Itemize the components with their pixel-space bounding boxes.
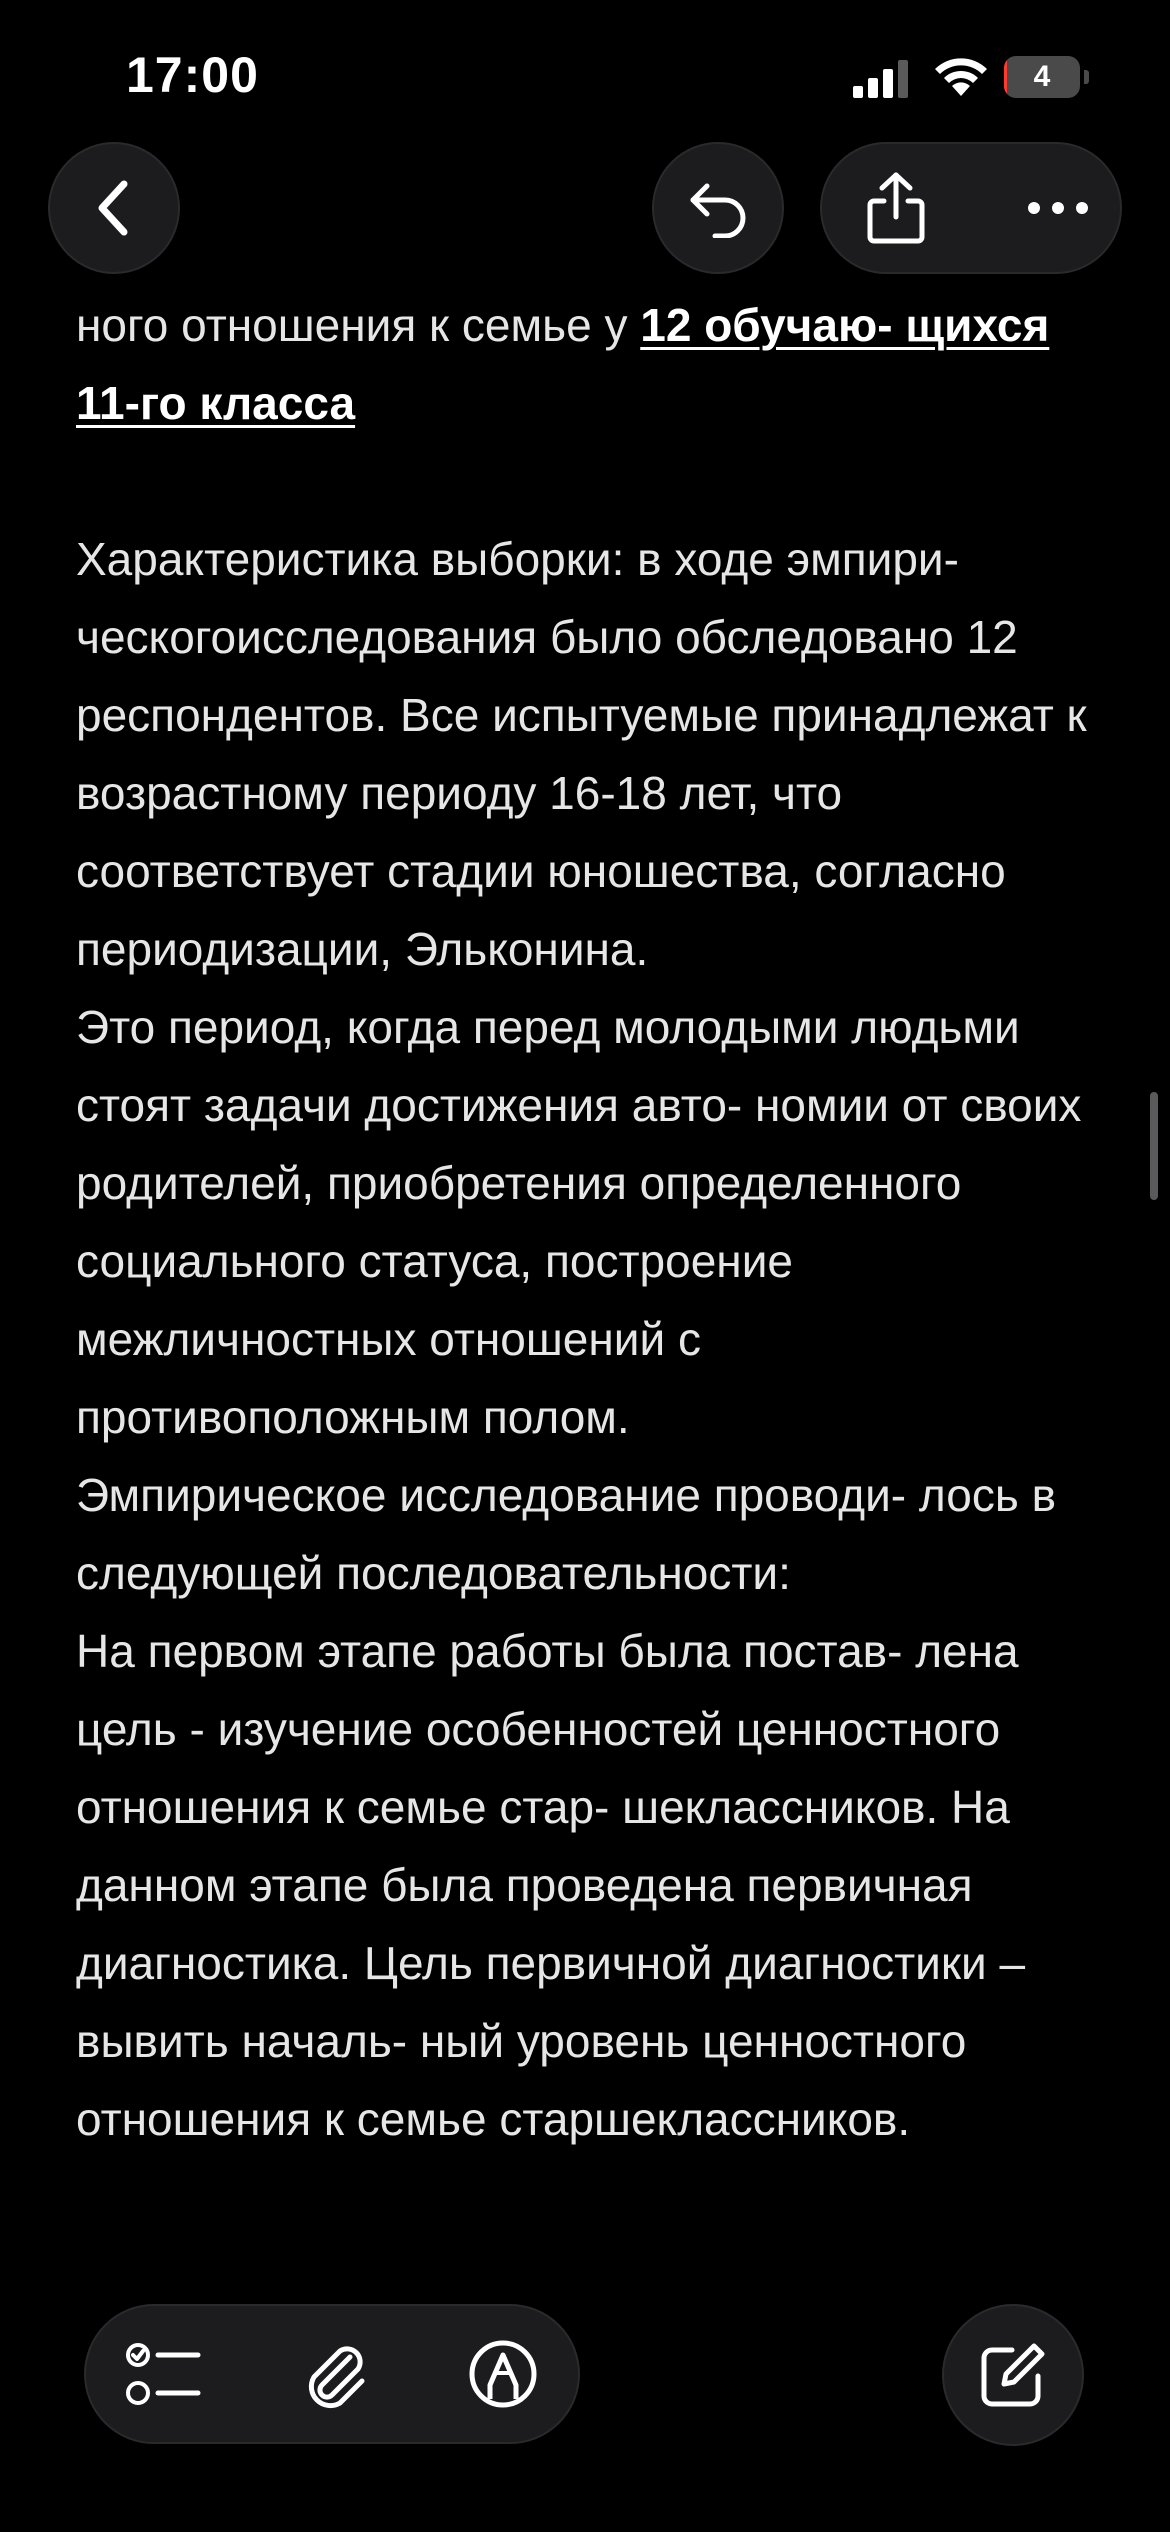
note-paragraph: На первом этапе работы была постав- лена… [76,1625,1026,2145]
markup-pen-icon [468,2339,538,2409]
intro-text: ного отношения к семье у [76,299,641,351]
note-body[interactable]: ного отношения к семье у 12 обучаю- щихс… [76,286,1096,2286]
undo-button[interactable] [652,142,784,274]
share-icon [864,171,928,245]
chevron-left-icon [92,178,136,238]
compose-button[interactable] [942,2304,1084,2446]
note-intro-line: ного отношения к семье у 12 обучаю- щихс… [76,286,1096,442]
note-paragraph: Характеристика выборки: в ходе эмпири- ч… [76,533,1087,975]
battery-icon: 4 [1004,56,1090,98]
battery-level: 4 [1033,60,1051,93]
undo-icon [685,178,751,238]
note-paragraph: Это период, когда перед молодыми людьми … [76,1001,1082,1443]
markup-button[interactable] [468,2339,538,2409]
checklist-icon [126,2341,202,2407]
attachment-button[interactable] [300,2339,370,2409]
battery-cap [1084,70,1089,84]
scroll-indicator[interactable] [1150,1092,1158,1200]
compose-icon [978,2340,1048,2410]
home-indicator[interactable] [442,2500,728,2510]
note-tools-group [84,2304,580,2444]
paperclip-icon [300,2339,370,2409]
note-paragraph: Эмпирическое исследование проводи- лось … [76,1469,1057,1599]
cellular-signal-icon [853,58,909,98]
share-button[interactable] [864,171,928,245]
checklist-button[interactable] [126,2341,202,2407]
status-time: 17:00 [126,47,259,103]
status-bar: 17:00 4 [0,0,1170,150]
note-actions-group [820,142,1122,274]
battery-body: 4 [1004,56,1080,98]
more-button[interactable] [1026,200,1090,216]
wifi-icon [932,54,990,98]
back-button[interactable] [48,142,180,274]
ellipsis-icon [1026,200,1090,216]
